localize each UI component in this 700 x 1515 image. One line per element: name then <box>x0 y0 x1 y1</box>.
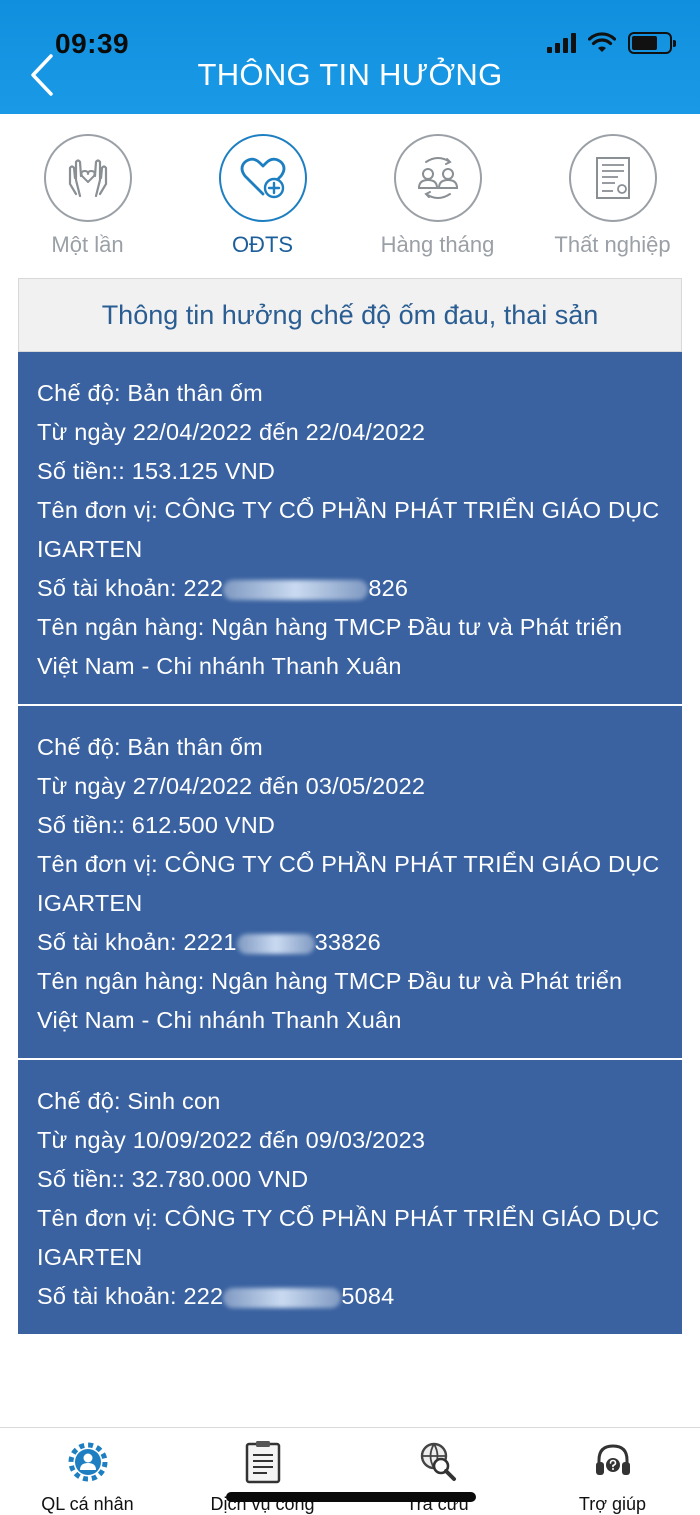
user-gear-icon <box>68 1442 108 1482</box>
benefit-type: Chế độ: Sinh con <box>37 1088 221 1114</box>
nav-icon-wrap <box>589 1438 637 1486</box>
employer-name: Tên đơn vị: CÔNG TY CỔ PHẦN PHÁT TRIỂN G… <box>37 497 660 562</box>
signal-icon <box>547 33 576 53</box>
section-title: Thông tin hưởng chế độ ốm đau, thai sản <box>18 278 682 352</box>
people-exchange-icon <box>417 157 459 199</box>
benefit-amount: Số tiền:: 612.500 VND <box>37 812 276 838</box>
benefit-period: Từ ngày 27/04/2022 đến 03/05/2022 <box>37 773 426 799</box>
page-title: THÔNG TIN HƯỞNG <box>197 57 503 92</box>
benefit-period: Từ ngày 10/09/2022 đến 09/03/2023 <box>37 1127 426 1153</box>
nav-icon-wrap <box>239 1438 287 1486</box>
wifi-icon <box>588 32 616 52</box>
benefit-card[interactable]: Chế độ: Sinh con Từ ngày 10/09/2022 đến … <box>18 1060 682 1336</box>
account-number-prefix: Số tài khoản: 222 <box>37 1283 224 1309</box>
status-time: 09:39 <box>55 28 130 59</box>
globe-search-icon <box>420 1442 456 1481</box>
benefit-amount: Số tiền:: 153.125 VND <box>37 458 276 484</box>
benefit-amount: Số tiền:: 32.780.000 VND <box>37 1166 309 1192</box>
nav-icon-wrap <box>414 1438 462 1486</box>
benefit-card[interactable]: Chế độ: Bản thân ốm Từ ngày 22/04/2022 đ… <box>18 352 682 706</box>
tab-label: Một lần <box>51 232 124 257</box>
nav-ql-ca-nhan[interactable]: QL cá nhân <box>0 1428 175 1515</box>
heart-plus-icon <box>240 157 286 199</box>
tab-icon-circle <box>394 134 482 222</box>
tab-label: Thất nghiệp <box>554 232 671 257</box>
benefit-card[interactable]: Chế độ: Bản thân ốm Từ ngày 27/04/2022 đ… <box>18 706 682 1060</box>
redacted-blur <box>223 579 369 600</box>
redacted-blur <box>236 933 315 954</box>
benefit-type: Chế độ: Bản thân ốm <box>37 734 263 760</box>
tab-icon-circle <box>44 134 132 222</box>
account-number-suffix: 826 <box>368 575 409 601</box>
account-number: Số tài khoản: 222 826 <box>37 569 664 608</box>
tab-hang-thang[interactable]: Hàng tháng <box>350 124 525 264</box>
benefit-type: Chế độ: Bản thân ốm <box>37 380 263 406</box>
bank-name: Tên ngân hàng: Ngân hàng TMCP Đầu tư và … <box>37 614 623 679</box>
account-number-suffix: 5084 <box>341 1283 395 1309</box>
tab-odts[interactable]: OĐTS <box>175 124 350 264</box>
nav-tro-giup[interactable]: Trợ giúp <box>525 1428 700 1515</box>
tab-label: Hàng tháng <box>380 232 495 257</box>
account-number-prefix: Số tài khoản: 2221 <box>37 929 237 955</box>
benefit-period: Từ ngày 22/04/2022 đến 22/04/2022 <box>37 419 426 445</box>
tab-that-nghiep[interactable]: Thất nghiệp <box>525 124 700 264</box>
account-number-suffix: 33826 <box>314 929 381 955</box>
nav-icon-wrap <box>64 1438 112 1486</box>
tab-icon-circle <box>219 134 307 222</box>
nav-label: QL cá nhân <box>41 1494 134 1514</box>
account-number: Số tài khoản: 2221 33826 <box>37 923 664 962</box>
certificate-icon <box>596 157 630 199</box>
tab-label: OĐTS <box>231 232 294 257</box>
home-indicator <box>226 1492 476 1502</box>
document-list-icon <box>245 1441 281 1484</box>
benefit-type-tabs: Một lần OĐTS Hàng tháng Thất nghiệp <box>0 124 700 264</box>
battery-icon <box>628 32 676 54</box>
benefit-list: Chế độ: Bản thân ốm Từ ngày 22/04/2022 đ… <box>18 352 682 1336</box>
employer-name: Tên đơn vị: CÔNG TY CỔ PHẦN PHÁT TRIỂN G… <box>37 851 660 916</box>
nav-label: Trợ giúp <box>578 1494 647 1514</box>
employer-name: Tên đơn vị: CÔNG TY CỔ PHẦN PHÁT TRIỂN G… <box>37 1205 660 1270</box>
tab-icon-circle <box>569 134 657 222</box>
app-header: 09:39 THÔNG TIN HƯỞNG <box>0 0 700 114</box>
hands-heart-icon <box>68 159 108 198</box>
headset-help-icon <box>596 1444 630 1475</box>
account-number: Số tài khoản: 222 5084 <box>37 1277 664 1316</box>
redacted-blur <box>223 1287 342 1308</box>
account-number-prefix: Số tài khoản: 222 <box>37 575 224 601</box>
tab-mot-lan[interactable]: Một lần <box>0 124 175 264</box>
bank-name: Tên ngân hàng: Ngân hàng TMCP Đầu tư và … <box>37 968 623 1033</box>
status-icons <box>547 32 676 54</box>
